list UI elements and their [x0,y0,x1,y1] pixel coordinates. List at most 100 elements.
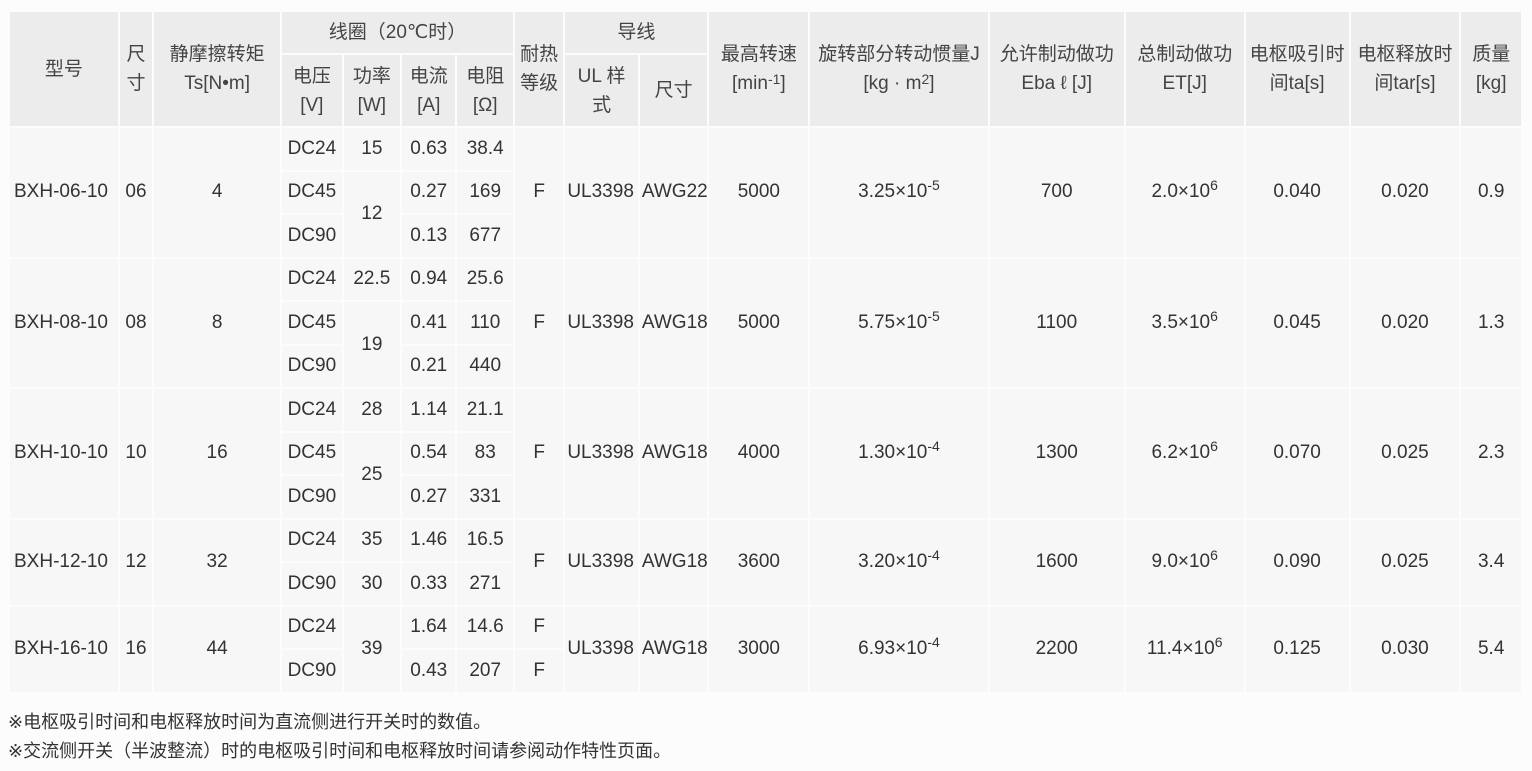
header-lead: 导线 [565,12,708,53]
header-static-torque: 静摩擦转矩 Ts[N•m] [154,12,281,126]
cell-inertia: 6.93×10-4 [810,606,988,692]
cell-heat-class: F [514,606,564,648]
cell-voltage: DC90 [282,563,342,605]
cell-size: 12 [119,519,153,605]
cell-resistance: 83 [457,432,513,474]
cell-current: 0.41 [402,302,456,344]
cell-inertia: 3.25×10-5 [810,128,988,257]
page: 型号 尺寸 静摩擦转矩 Ts[N•m] 线圈（20℃时） 耐热 等级 导线 最高转速… [0,0,1532,771]
cell-release-time: 0.020 [1350,128,1460,257]
cell-heat-class: F [514,128,564,257]
cell-mass: 2.3 [1461,389,1521,518]
cell-current: 1.64 [402,606,456,648]
cell-size: 06 [119,128,153,257]
cell-model: BXH-08-10 [10,258,118,387]
cell-torque: 32 [154,519,281,605]
cell-allow-work: 700 [989,128,1124,257]
cell-ul-style: UL3398 [565,389,638,518]
cell-attract-time: 0.040 [1245,128,1349,257]
cell-heat-class: F [514,258,564,387]
cell-model: BXH-06-10 [10,128,118,257]
cell-resistance: 14.6 [457,606,513,648]
cell-resistance: 21.1 [457,389,513,431]
cell-torque: 4 [154,128,281,257]
cell-voltage: DC90 [282,650,342,692]
cell-release-time: 0.020 [1350,258,1460,387]
cell-current: 0.21 [402,345,456,387]
cell-release-time: 0.025 [1350,519,1460,605]
cell-torque: 44 [154,606,281,692]
header-current: 电流 [A] [402,55,456,126]
table-row: BXH-10-10 10 16 DC24 28 1.14 21.1 F UL33… [10,389,1521,518]
cell-attract-time: 0.125 [1245,606,1349,692]
header-max-speed: 最高转速 [min-1] [709,12,809,126]
footnote: ※电枢吸引时间和电枢释放时间为直流侧进行开关时的数值。 [8,712,492,732]
cell-attract-time: 0.070 [1245,389,1349,518]
cell-power: 22.5 [343,258,401,300]
cell-lead-size: AWG18 [639,519,708,605]
cell-voltage: DC90 [282,476,342,518]
header-allow-work: 允许制动做功 Eba ℓ [J] [989,12,1124,126]
cell-release-time: 0.025 [1350,389,1460,518]
cell-power: 25 [343,432,401,518]
cell-current: 0.94 [402,258,456,300]
cell-resistance: 38.4 [457,128,513,170]
header-power: 功率 [W] [343,55,401,126]
cell-size: 10 [119,389,153,518]
cell-heat-class: F [514,389,564,518]
cell-voltage: DC90 [282,215,342,257]
table-row: BXH-16-10 16 44 DC24 39 1.64 14.6 F UL33… [10,606,1521,692]
footnote: ※交流侧开关（半波整流）时的电枢吸引时间和电枢释放时间请参阅动作特性页面。 [8,741,672,761]
cell-resistance: 271 [457,563,513,605]
cell-total-work: 11.4×106 [1125,606,1244,692]
cell-power: 19 [343,302,401,387]
cell-total-work: 3.5×106 [1125,258,1244,387]
cell-resistance: 677 [457,215,513,257]
cell-current: 0.27 [402,476,456,518]
header-inertia: 旋转部分转动惯量J [kg · m2] [810,12,988,126]
cell-resistance: 207 [457,650,513,692]
cell-resistance: 16.5 [457,519,513,561]
cell-max-speed: 4000 [709,389,809,518]
cell-model: BXH-12-10 [10,519,118,605]
cell-max-speed: 5000 [709,258,809,387]
cell-current: 1.14 [402,389,456,431]
cell-current: 0.27 [402,171,456,213]
cell-mass: 1.3 [1461,258,1521,387]
table-header: 型号 尺寸 静摩擦转矩 Ts[N•m] 线圈（20℃时） 耐热 等级 导线 最高转速… [10,12,1521,126]
cell-power: 39 [343,606,401,692]
cell-lead-size: AWG18 [639,606,708,692]
cell-total-work: 9.0×106 [1125,519,1244,605]
cell-voltage: DC24 [282,128,342,170]
cell-max-speed: 5000 [709,128,809,257]
cell-heat-class: F [514,519,564,605]
cell-current: 0.63 [402,128,456,170]
cell-model: BXH-10-10 [10,389,118,518]
cell-allow-work: 1600 [989,519,1124,605]
cell-power: 15 [343,128,401,170]
header-total-work: 总制动做功 ET[J] [1125,12,1244,126]
cell-allow-work: 1300 [989,389,1124,518]
cell-ul-style: UL3398 [565,258,638,387]
header-model: 型号 [10,12,118,126]
cell-attract-time: 0.090 [1245,519,1349,605]
cell-size: 08 [119,258,153,387]
cell-resistance: 169 [457,171,513,213]
cell-power: 30 [343,563,401,605]
table-body: BXH-06-10 06 4 DC24 15 0.63 38.4 F UL339… [10,128,1521,692]
cell-voltage: DC24 [282,519,342,561]
cell-total-work: 2.0×106 [1125,128,1244,257]
cell-resistance: 440 [457,345,513,387]
cell-inertia: 5.75×10-5 [810,258,988,387]
table-row: BXH-08-10 08 8 DC24 22.5 0.94 25.6 F UL3… [10,258,1521,387]
table-row: BXH-12-10 12 32 DC24 35 1.46 16.5 F UL33… [10,519,1521,605]
cell-ul-style: UL3398 [565,519,638,605]
cell-ul-style: UL3398 [565,128,638,257]
header-release-time: 电枢释放时 间tar[s] [1350,12,1460,126]
table-row: BXH-06-10 06 4 DC24 15 0.63 38.4 F UL339… [10,128,1521,257]
cell-attract-time: 0.045 [1245,258,1349,387]
cell-ul-style: UL3398 [565,606,638,692]
cell-voltage: DC90 [282,345,342,387]
cell-power: 35 [343,519,401,561]
header-lead-size: 尺寸 [639,55,708,126]
